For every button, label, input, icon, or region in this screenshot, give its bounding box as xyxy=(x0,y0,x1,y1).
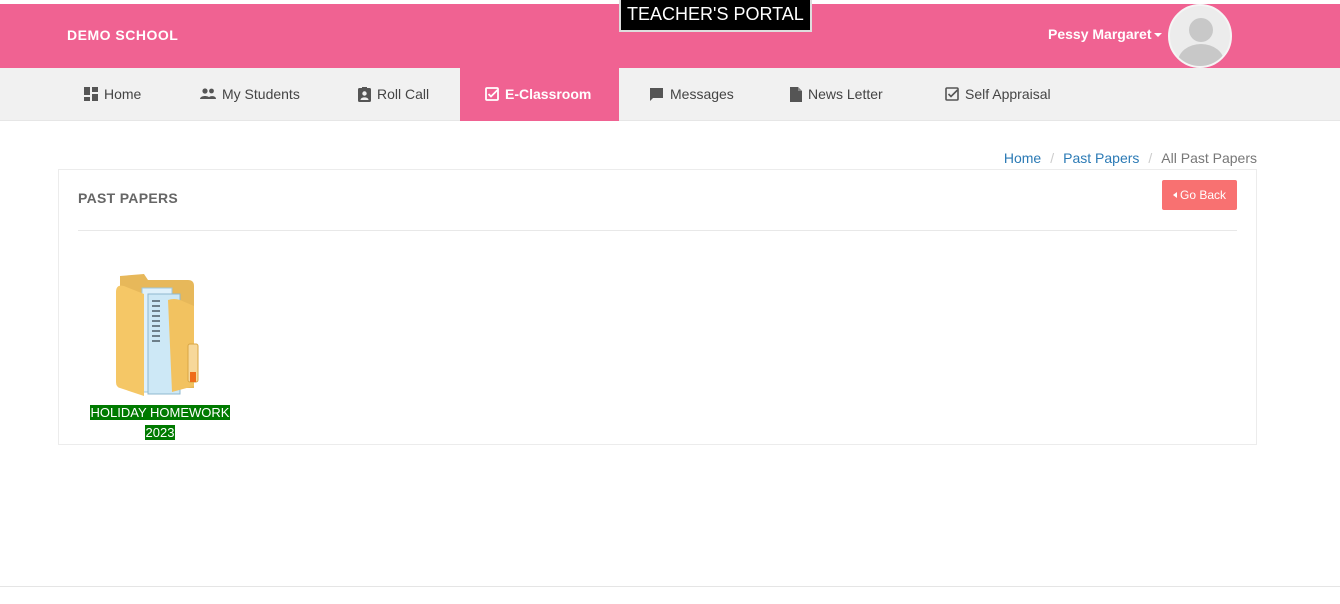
breadcrumb-current: All Past Papers xyxy=(1161,150,1257,166)
check-box-icon xyxy=(485,87,499,102)
panel-title: PAST PAPERS xyxy=(78,190,179,206)
caret-left-icon xyxy=(1172,191,1177,198)
dashboard-icon xyxy=(84,87,98,102)
footer-divider xyxy=(0,586,1340,587)
nav-item-roll-call[interactable]: Roll Call xyxy=(358,68,429,121)
portal-badge: TEACHER'S PORTAL xyxy=(619,0,812,32)
avatar-body-shape xyxy=(1178,44,1224,66)
breadcrumb-past-papers[interactable]: Past Papers xyxy=(1063,150,1139,166)
nav-item-news-letter[interactable]: News Letter xyxy=(790,68,883,121)
caret-down-icon xyxy=(1153,33,1162,38)
breadcrumb: Home / Past Papers / All Past Papers xyxy=(1004,150,1257,166)
chat-bubble-icon xyxy=(650,87,663,101)
nav-item-home[interactable]: Home xyxy=(84,68,141,121)
nav-label: My Students xyxy=(222,86,300,102)
avatar[interactable] xyxy=(1168,4,1232,68)
nav-label: Self Appraisal xyxy=(965,86,1051,102)
past-papers-panel: PAST PAPERS Go Back HOLIDAY HOMEWORK 202… xyxy=(58,169,1257,445)
nav-item-self-appraisal[interactable]: Self Appraisal xyxy=(945,68,1051,121)
nav-item-messages[interactable]: Messages xyxy=(649,68,734,121)
folder-label-line2: 2023 xyxy=(144,425,176,440)
people-icon xyxy=(200,88,216,100)
panel-divider xyxy=(78,230,1237,231)
avatar-head-shape xyxy=(1189,18,1213,42)
go-back-button[interactable]: Go Back xyxy=(1162,180,1237,210)
folder-label[interactable]: HOLIDAY HOMEWORK 2023 xyxy=(84,403,236,443)
breadcrumb-separator: / xyxy=(1148,150,1153,166)
nav-item-my-students[interactable]: My Students xyxy=(200,68,300,121)
nav-label: News Letter xyxy=(808,86,883,102)
contact-card-icon xyxy=(358,86,371,102)
nav-label: Roll Call xyxy=(377,86,430,102)
nav-label: E-Classroom xyxy=(505,86,592,102)
breadcrumb-home[interactable]: Home xyxy=(1004,150,1041,166)
check-box-outline-icon xyxy=(945,87,959,102)
breadcrumb-separator: / xyxy=(1050,150,1055,166)
user-menu-toggle[interactable]: Pessy Margaret xyxy=(1048,26,1162,42)
folder-label-line1: HOLIDAY HOMEWORK xyxy=(89,405,231,420)
nav-label: Home xyxy=(104,86,142,102)
school-name[interactable]: DEMO SCHOOL xyxy=(67,27,178,43)
nav-item-e-classroom[interactable]: E-Classroom xyxy=(460,68,619,121)
folder-icon xyxy=(116,274,199,396)
main-nav: Home My Students Roll Call E-Classroom M… xyxy=(0,68,1340,121)
go-back-label: Go Back xyxy=(1179,188,1227,202)
nav-label: Messages xyxy=(670,86,734,102)
document-icon xyxy=(790,86,802,102)
user-name: Pessy Margaret xyxy=(1048,26,1152,42)
